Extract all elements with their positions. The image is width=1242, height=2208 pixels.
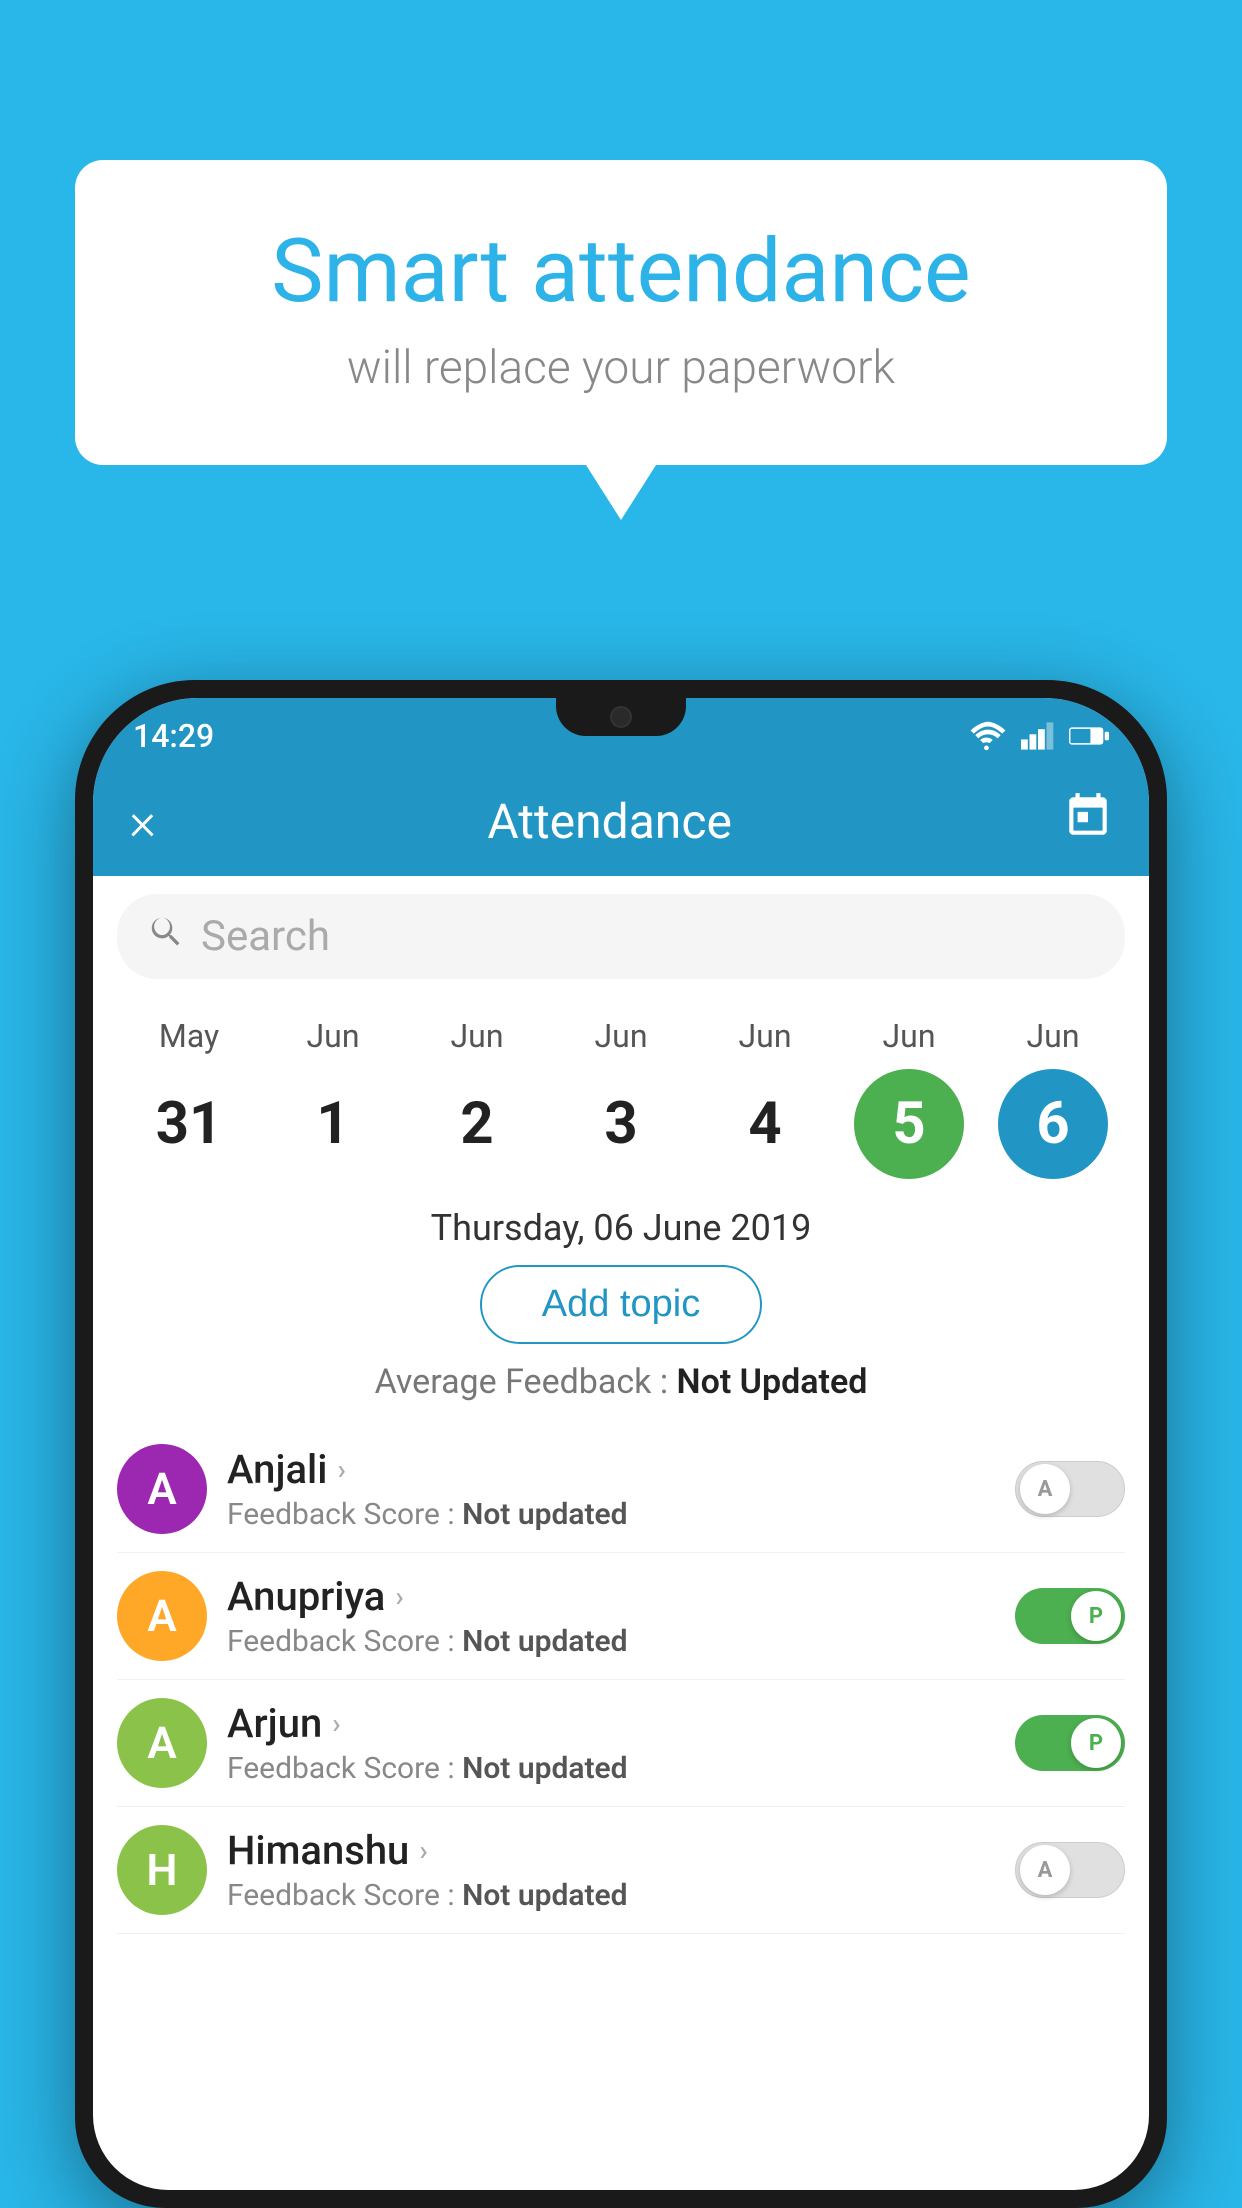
close-button[interactable]: × <box>129 791 156 852</box>
calendar-day-col-1[interactable]: 1 <box>268 1069 398 1179</box>
chevron-icon-1: › <box>395 1580 403 1613</box>
student-item-1[interactable]: A Anupriya › Feedback Score : Not updated P <box>117 1553 1125 1680</box>
calendar-month-col-1: Jun <box>268 1017 398 1061</box>
selected-date: Thursday, 06 June 2019 <box>93 1207 1149 1249</box>
wifi-icon <box>969 721 1007 751</box>
app-title: Attendance <box>487 793 732 850</box>
student-name-2: Arjun › <box>227 1700 995 1747</box>
calendar-month-col-3: Jun <box>556 1017 686 1061</box>
calendar-month-col-0: May <box>124 1017 254 1061</box>
search-placeholder: Search <box>201 912 330 961</box>
feedback-value-1: Not updated <box>462 1624 627 1659</box>
status-time: 14:29 <box>133 717 214 755</box>
calendar-day-col-3[interactable]: 3 <box>556 1069 686 1179</box>
toggle-knob-2: P <box>1071 1718 1121 1768</box>
calendar-month-col-5: Jun <box>844 1017 974 1061</box>
calendar-month-col-6: Jun <box>988 1017 1118 1061</box>
search-icon <box>147 913 185 961</box>
avg-feedback-label: Average Feedback : <box>375 1362 669 1402</box>
status-icons <box>969 721 1109 751</box>
chevron-icon-0: › <box>337 1453 345 1486</box>
bubble-subtitle: will replace your paperwork <box>155 341 1087 395</box>
calendar-strip: May Jun Jun Jun Jun Jun Jun 31123456 <box>93 997 1149 1189</box>
student-feedback-1: Feedback Score : Not updated <box>227 1624 995 1659</box>
student-feedback-2: Feedback Score : Not updated <box>227 1751 995 1786</box>
student-avatar-2: A <box>117 1698 207 1788</box>
avg-feedback: Average Feedback : Not Updated <box>93 1362 1149 1402</box>
toggle-knob-0: A <box>1020 1464 1070 1514</box>
student-avatar-0: A <box>117 1444 207 1534</box>
calendar-month-col-2: Jun <box>412 1017 542 1061</box>
calendar-day-col-6[interactable]: 6 <box>988 1069 1118 1179</box>
toggle-knob-3: A <box>1020 1845 1070 1895</box>
chevron-icon-2: › <box>332 1707 340 1740</box>
student-avatar-3: H <box>117 1825 207 1915</box>
app-bar: × Attendance <box>93 766 1149 876</box>
calendar-month-col-4: Jun <box>700 1017 830 1061</box>
calendar-icon[interactable] <box>1063 791 1113 851</box>
attendance-toggle-3[interactable]: A <box>1015 1842 1125 1898</box>
student-feedback-3: Feedback Score : Not updated <box>227 1878 995 1913</box>
student-feedback-0: Feedback Score : Not updated <box>227 1497 995 1532</box>
student-info-1: Anupriya › Feedback Score : Not updated <box>227 1573 995 1659</box>
calendar-days-row: 31123456 <box>117 1069 1125 1179</box>
signal-icon <box>1021 721 1055 751</box>
calendar-day-col-4[interactable]: 4 <box>700 1069 830 1179</box>
attendance-toggle-0[interactable]: A <box>1015 1461 1125 1517</box>
student-info-3: Himanshu › Feedback Score : Not updated <box>227 1827 995 1913</box>
speech-bubble: Smart attendance will replace your paper… <box>75 160 1167 465</box>
student-name-0: Anjali › <box>227 1446 995 1493</box>
student-avatar-1: A <box>117 1571 207 1661</box>
student-item-2[interactable]: A Arjun › Feedback Score : Not updated P <box>117 1680 1125 1807</box>
student-info-2: Arjun › Feedback Score : Not updated <box>227 1700 995 1786</box>
search-bar[interactable]: Search <box>117 894 1125 979</box>
phone-frame: 14:29 <box>75 680 1167 2208</box>
add-topic-button[interactable]: Add topic <box>480 1265 762 1344</box>
student-list: AAnjali ›Feedback Score : Not updatedAAA… <box>93 1426 1149 1934</box>
phone-inner: 14:29 <box>93 698 1149 2190</box>
phone-camera <box>610 706 632 728</box>
phone-notch <box>556 698 686 736</box>
student-item-3[interactable]: H Himanshu › Feedback Score : Not updated A <box>117 1807 1125 1934</box>
battery-icon <box>1069 724 1109 748</box>
student-name-3: Himanshu › <box>227 1827 995 1874</box>
calendar-day-col-0[interactable]: 31 <box>124 1069 254 1179</box>
calendar-months-row: May Jun Jun Jun Jun Jun Jun <box>117 1017 1125 1061</box>
chevron-icon-3: › <box>419 1834 427 1867</box>
feedback-value-2: Not updated <box>462 1751 627 1786</box>
avg-feedback-value: Not Updated <box>677 1362 868 1402</box>
attendance-toggle-2[interactable]: P <box>1015 1715 1125 1771</box>
student-item-0[interactable]: A Anjali › Feedback Score : Not updated A <box>117 1426 1125 1553</box>
student-info-0: Anjali › Feedback Score : Not updated <box>227 1446 995 1532</box>
calendar-day-col-5[interactable]: 5 <box>844 1069 974 1179</box>
bubble-title: Smart attendance <box>155 220 1087 323</box>
feedback-value-0: Not updated <box>462 1497 627 1532</box>
feedback-value-3: Not updated <box>462 1878 627 1913</box>
calendar-day-col-2[interactable]: 2 <box>412 1069 542 1179</box>
bubble-tail <box>586 465 656 520</box>
student-name-1: Anupriya › <box>227 1573 995 1620</box>
app-content: Search May Jun Jun Jun Jun Jun Jun 31123456 Th… <box>93 876 1149 2190</box>
attendance-toggle-1[interactable]: P <box>1015 1588 1125 1644</box>
speech-bubble-section: Smart attendance will replace your paper… <box>75 160 1167 520</box>
toggle-knob-1: P <box>1071 1591 1121 1641</box>
